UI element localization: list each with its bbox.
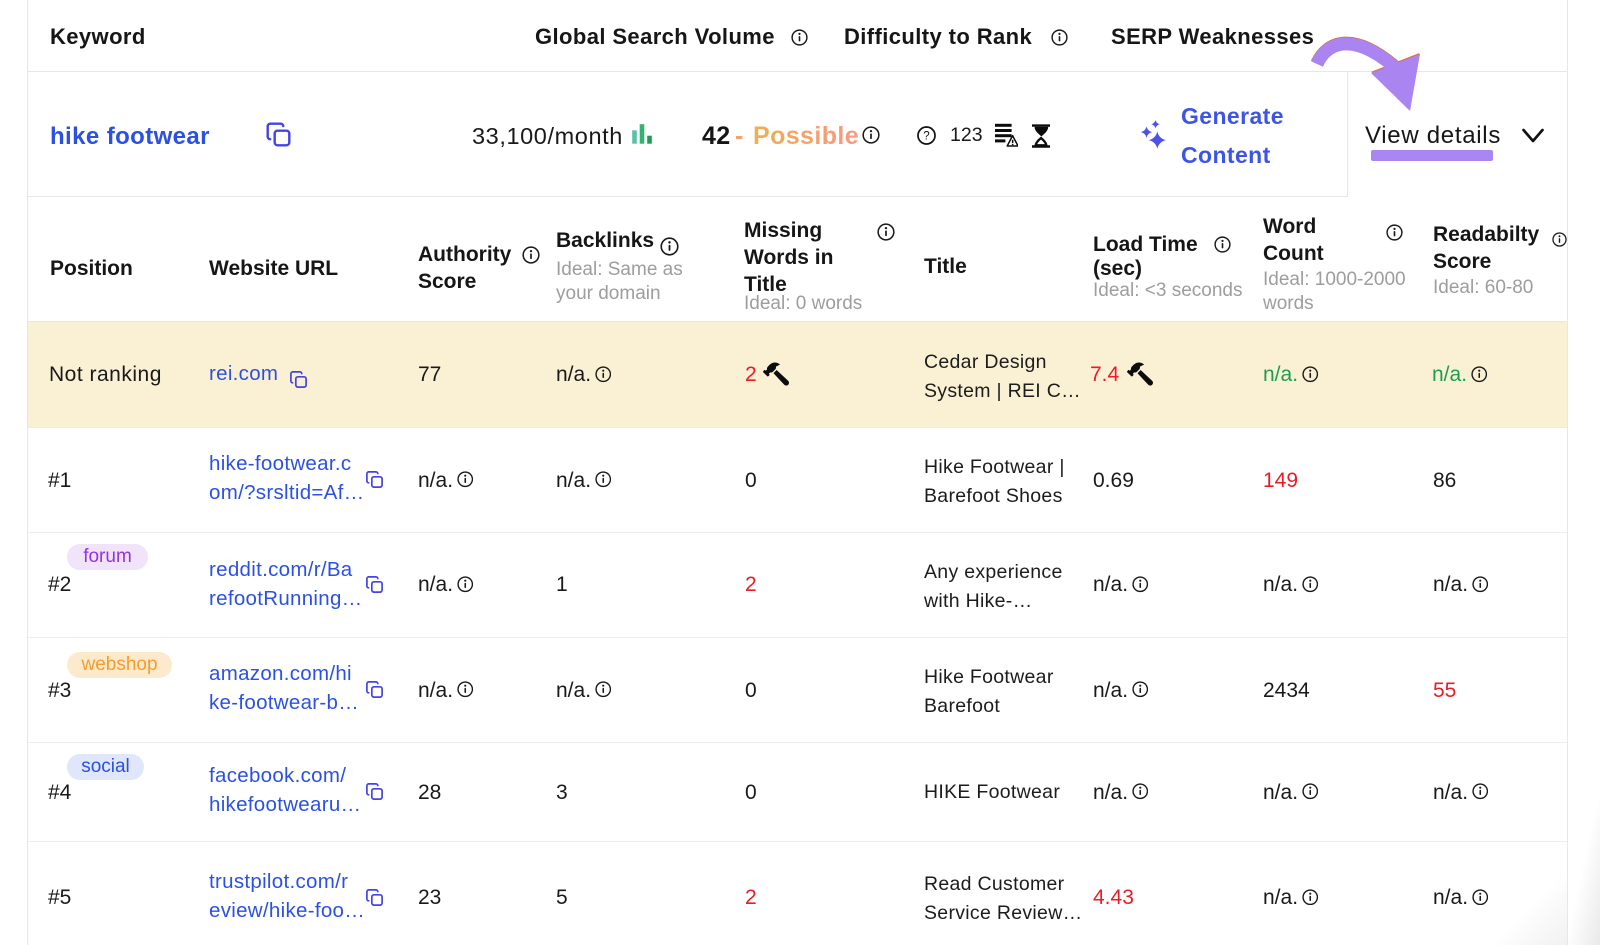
- svg-text:?: ?: [923, 130, 929, 142]
